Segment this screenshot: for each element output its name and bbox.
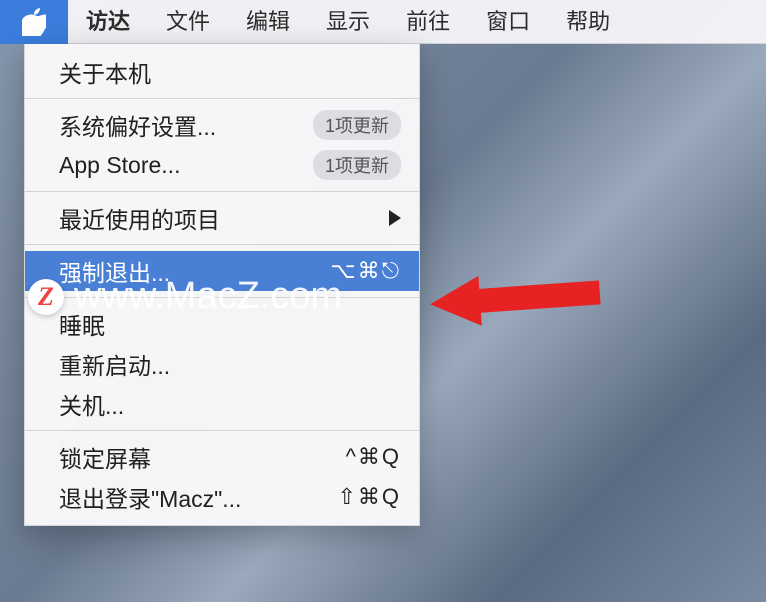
- menubar-item-view[interactable]: 显示: [308, 0, 388, 44]
- menu-separator: [25, 430, 419, 431]
- menu-separator: [25, 98, 419, 99]
- menu-item-label: 重新启动...: [59, 347, 401, 381]
- keyboard-shortcut: ⌥⌘⎋: [330, 258, 401, 284]
- menu-item-logout[interactable]: 退出登录"Macz"... ⇧⌘Q: [25, 477, 419, 517]
- menu-item-shutdown[interactable]: 关机...: [25, 384, 419, 424]
- menu-item-label: 睡眠: [59, 307, 401, 341]
- menu-item-recent-items[interactable]: 最近使用的项目: [25, 198, 419, 238]
- keyboard-shortcut: ^⌘Q: [346, 444, 401, 470]
- menu-item-label: 退出登录"Macz"...: [59, 480, 329, 514]
- menu-separator: [25, 297, 419, 298]
- menu-separator: [25, 191, 419, 192]
- menubar-item-window[interactable]: 窗口: [468, 0, 548, 44]
- menu-item-app-store[interactable]: App Store... 1项更新: [25, 145, 419, 185]
- update-badge: 1项更新: [313, 150, 401, 180]
- menubar-item-file[interactable]: 文件: [148, 0, 228, 44]
- menubar-item-go[interactable]: 前往: [388, 0, 468, 44]
- menu-item-label: 系统偏好设置...: [59, 108, 305, 142]
- apple-menu-dropdown: 关于本机 系统偏好设置... 1项更新 App Store... 1项更新 最近…: [24, 44, 420, 526]
- menu-item-label: App Store...: [59, 152, 305, 179]
- menu-item-label: 关机...: [59, 387, 401, 421]
- menubar-item-finder[interactable]: 访达: [68, 0, 148, 44]
- menu-bar: 访达 文件 编辑 显示 前往 窗口 帮助: [0, 0, 766, 44]
- menu-item-system-preferences[interactable]: 系统偏好设置... 1项更新: [25, 105, 419, 145]
- keyboard-shortcut: ⇧⌘Q: [337, 484, 401, 510]
- menu-item-force-quit[interactable]: 强制退出... ⌥⌘⎋: [25, 251, 419, 291]
- menu-item-sleep[interactable]: 睡眠: [25, 304, 419, 344]
- menu-item-lock-screen[interactable]: 锁定屏幕 ^⌘Q: [25, 437, 419, 477]
- menu-item-label: 最近使用的项目: [59, 201, 381, 235]
- update-badge: 1项更新: [313, 110, 401, 140]
- menu-item-label: 关于本机: [59, 55, 401, 89]
- menu-separator: [25, 244, 419, 245]
- apple-logo-icon: [22, 8, 46, 36]
- menu-item-restart[interactable]: 重新启动...: [25, 344, 419, 384]
- submenu-arrow-icon: [389, 210, 401, 226]
- menubar-item-help[interactable]: 帮助: [548, 0, 628, 44]
- menu-item-label: 强制退出...: [59, 254, 322, 288]
- menu-item-about-this-mac[interactable]: 关于本机: [25, 52, 419, 92]
- apple-menu-button[interactable]: [0, 0, 68, 44]
- menu-item-label: 锁定屏幕: [59, 440, 338, 474]
- menubar-item-edit[interactable]: 编辑: [228, 0, 308, 44]
- annotation-arrow-icon: [430, 268, 610, 328]
